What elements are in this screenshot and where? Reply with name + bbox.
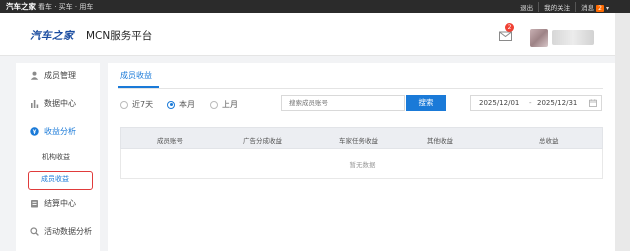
settlement-icon (31, 199, 38, 207)
radio-last-7-days[interactable]: 近7天 (120, 99, 153, 110)
sidebar-item-settlement-center[interactable]: 结算中心 (16, 194, 100, 212)
column-header-ad-revenue: 广告分成收益 (243, 137, 282, 145)
logo[interactable]: 汽车之家 (30, 28, 74, 43)
header: 汽车之家 MCN服务平台 2 (0, 13, 615, 56)
empty-state-text: 暂无数据 (349, 161, 376, 169)
table-header: 成员账号 广告分成收益 车家任务收益 其他收益 总收益 (120, 127, 603, 149)
sidebar-subitem-org-revenue[interactable]: 机构收益 (42, 152, 70, 162)
user-icon (30, 71, 39, 80)
mail-badge: 2 (505, 23, 514, 32)
sidebar-item-label: 成员管理 (44, 70, 76, 80)
top-bar: 汽车之家 看车 · 买车 · 用车 退出 我的关注 消息 2 ▾ (0, 0, 630, 13)
search-button[interactable]: 搜索 (406, 95, 446, 111)
username-blurred[interactable] (552, 30, 594, 45)
radio-label: 本月 (179, 100, 195, 109)
date-separator: - (529, 99, 532, 107)
messages-link[interactable]: 消息 2 ▾ (575, 1, 614, 12)
radio-label: 近7天 (132, 100, 154, 109)
sidebar-item-label: 收益分析 (44, 126, 76, 136)
column-header-other-revenue: 其他收益 (427, 137, 453, 145)
column-header-task-revenue: 车家任务收益 (339, 137, 378, 145)
sidebar-item-label: 结算中心 (44, 198, 76, 208)
logout-link[interactable]: 退出 (515, 2, 538, 12)
sidebar-item-revenue-analysis[interactable]: 收益分析 (16, 122, 100, 140)
radio-circle (210, 100, 218, 109)
bar-chart-icon (31, 99, 39, 108)
column-header-total-revenue: 总收益 (539, 137, 559, 145)
selection-highlight-box (28, 171, 93, 190)
radio-this-month[interactable]: 本月 (167, 99, 195, 110)
messages-count-badge: 2 (596, 4, 604, 12)
tab-divider (118, 88, 603, 89)
date-range-picker[interactable]: 2025/12/01 - 2025/12/31 (470, 95, 602, 111)
top-brand-slogan: 看车 · 买车 · 用车 (38, 2, 94, 11)
tab-member-revenue[interactable]: 成员收益 (120, 70, 152, 81)
date-start[interactable]: 2025/12/01 (479, 99, 519, 107)
sidebar-item-label: 活动数据分析 (44, 226, 92, 236)
page-scrollbar[interactable] (615, 13, 630, 251)
radio-circle (120, 100, 128, 109)
radio-circle (167, 100, 175, 109)
sidebar-item-data-center[interactable]: 数据中心 (16, 94, 100, 112)
platform-title: MCN服务平台 (86, 30, 153, 42)
yuan-circle-icon (30, 126, 39, 136)
radio-last-month[interactable]: 上月 (210, 99, 238, 110)
main-panel: 成员收益 近7天 本月 上月 搜索 2025/12/01 - 2025/12/3… (108, 63, 615, 251)
search-input[interactable] (281, 95, 405, 111)
chevron-down-icon[interactable]: ▾ (606, 5, 609, 12)
table-body: 暂无数据 (120, 149, 603, 179)
calendar-icon[interactable] (589, 99, 597, 107)
messages-label: 消息 (581, 3, 595, 12)
top-brand[interactable]: 汽车之家 (6, 1, 36, 12)
date-end[interactable]: 2025/12/31 (537, 99, 577, 107)
search-icon (30, 226, 39, 236)
radio-label: 上月 (222, 100, 238, 109)
sidebar-item-member-management[interactable]: 成员管理 (16, 66, 100, 84)
column-header-member-account: 成员账号 (157, 137, 183, 145)
top-links: 退出 我的关注 消息 2 ▾ (515, 0, 614, 13)
my-follow-link[interactable]: 我的关注 (538, 1, 575, 12)
sidebar: 成员管理 数据中心 收益分析 机构收益 成员收益 结算中心 活动数据分析 (16, 63, 100, 251)
avatar[interactable] (530, 29, 548, 47)
sidebar-item-label: 数据中心 (44, 98, 76, 108)
sidebar-item-activity-analysis[interactable]: 活动数据分析 (16, 222, 100, 240)
